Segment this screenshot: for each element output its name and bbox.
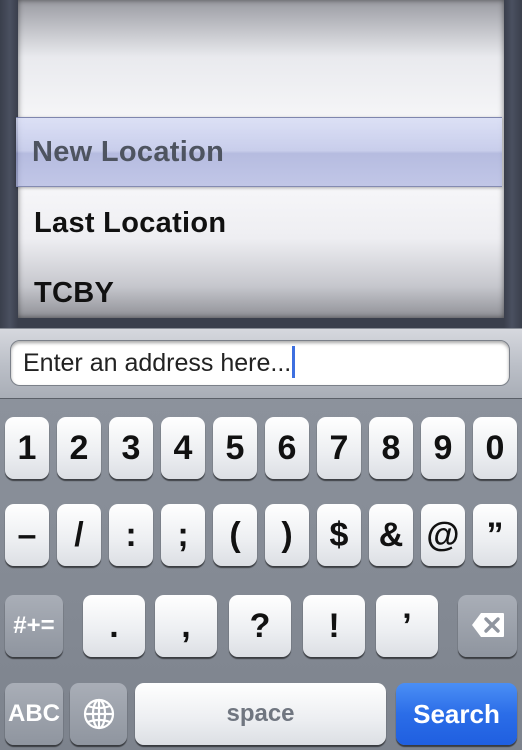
- key-open-paren[interactable]: (: [213, 504, 257, 566]
- picker-selection-band[interactable]: New Location: [16, 117, 502, 187]
- key-3[interactable]: 3: [109, 417, 153, 479]
- key-2[interactable]: 2: [57, 417, 101, 479]
- address-bar: Enter an address here...: [0, 328, 522, 399]
- key-9[interactable]: 9: [421, 417, 465, 479]
- address-input[interactable]: Enter an address here...: [10, 340, 510, 386]
- backspace-icon: [458, 595, 517, 638]
- picker-option-tcby[interactable]: TCBY: [34, 258, 114, 318]
- key-colon[interactable]: :: [109, 504, 153, 566]
- key-exclamation[interactable]: !: [303, 595, 365, 657]
- key-7[interactable]: 7: [317, 417, 361, 479]
- key-1[interactable]: 1: [5, 417, 49, 479]
- globe-key[interactable]: [70, 683, 127, 745]
- key-8[interactable]: 8: [369, 417, 413, 479]
- key-ampersand[interactable]: &: [369, 504, 413, 566]
- key-6[interactable]: 6: [265, 417, 309, 479]
- key-dollar[interactable]: $: [317, 504, 361, 566]
- key-apostrophe[interactable]: ’: [376, 595, 438, 657]
- location-picker[interactable]: Last Location TCBY New Location: [0, 0, 522, 328]
- globe-icon: [70, 683, 127, 731]
- key-dash[interactable]: –: [5, 504, 49, 566]
- key-5[interactable]: 5: [213, 417, 257, 479]
- key-4[interactable]: 4: [161, 417, 205, 479]
- key-period[interactable]: .: [83, 595, 145, 657]
- key-close-paren[interactable]: ): [265, 504, 309, 566]
- search-key[interactable]: Search: [396, 683, 517, 745]
- key-comma[interactable]: ,: [155, 595, 217, 657]
- text-caret: [292, 346, 296, 379]
- key-question[interactable]: ?: [229, 595, 291, 657]
- picker-option-last-location[interactable]: Last Location: [34, 188, 226, 258]
- key-abc[interactable]: ABC: [5, 683, 63, 745]
- key-at[interactable]: @: [421, 504, 465, 566]
- key-0[interactable]: 0: [473, 417, 517, 479]
- key-slash[interactable]: /: [57, 504, 101, 566]
- picker-option-new-location[interactable]: New Location: [32, 118, 224, 186]
- screen: Last Location TCBY New Location Enter an…: [0, 0, 522, 750]
- key-quote[interactable]: ”: [473, 504, 517, 566]
- address-input-text: Enter an address here...: [23, 349, 292, 377]
- space-key[interactable]: space: [135, 683, 386, 745]
- backspace-key[interactable]: [458, 595, 517, 657]
- keyboard: 1 2 3 4 5 6 7 8 9 0 – / : ; ( ) $ & @ ” …: [0, 398, 522, 750]
- key-more-symbols[interactable]: #+=: [5, 595, 63, 657]
- key-semicolon[interactable]: ;: [161, 504, 205, 566]
